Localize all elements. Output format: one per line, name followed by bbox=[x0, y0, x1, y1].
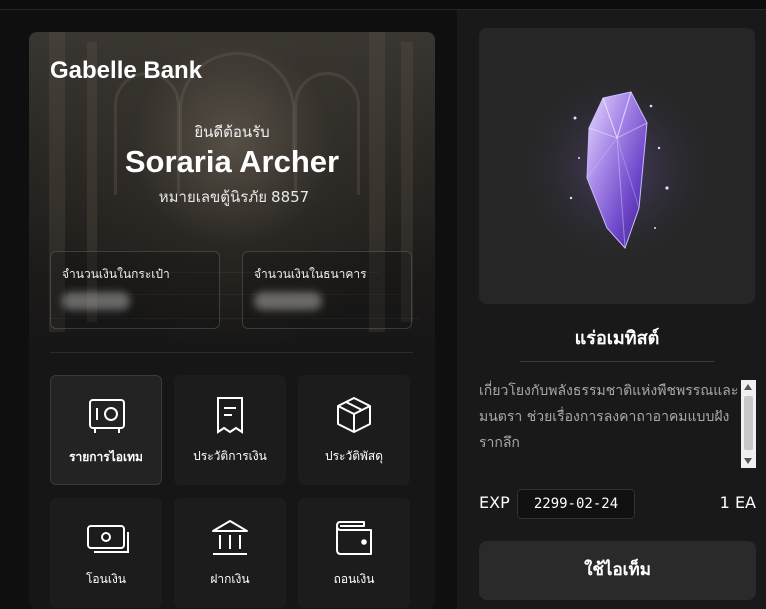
wallet-icon bbox=[334, 518, 374, 558]
menu-transfer-label: โอนเงิน bbox=[85, 572, 127, 586]
menu-transfer-button[interactable]: โอนเงิน bbox=[50, 498, 162, 608]
exp-date: 2299-02-24 bbox=[517, 489, 635, 519]
menu-withdraw-button[interactable]: ถอนเงิน bbox=[298, 498, 410, 608]
scroll-thumb[interactable] bbox=[744, 396, 753, 450]
safe-number-value: 8857 bbox=[271, 188, 310, 206]
receipt-icon bbox=[210, 395, 250, 435]
welcome-text: ยินดีต้อนรับ bbox=[194, 123, 270, 141]
description-scrollbar[interactable] bbox=[741, 380, 756, 468]
menu-item-list-button[interactable]: รายการไอเทม bbox=[50, 375, 162, 485]
item-description: เกี่ยวโยงกับพลังธรรมชาติแห่งพืชพรรณและมน… bbox=[479, 383, 739, 451]
menu-withdraw-label: ถอนเงิน bbox=[333, 572, 375, 586]
scroll-down-arrow-icon[interactable] bbox=[744, 458, 752, 464]
use-item-button[interactable]: ใช้ไอเท็ม bbox=[479, 541, 756, 600]
menu-parcel-history-button[interactable]: ประวัติพัสดุ bbox=[298, 375, 410, 485]
scroll-up-arrow-icon[interactable] bbox=[744, 384, 752, 390]
item-divider bbox=[520, 361, 714, 362]
top-bar bbox=[0, 0, 766, 10]
menu-parcel-history-label: ประวัติพัสดุ bbox=[324, 449, 384, 463]
menu-deposit-label: ฝากเงิน bbox=[210, 572, 250, 586]
section-divider bbox=[50, 352, 413, 353]
safe-number-label: หมายเลขตู้นิรภัย bbox=[158, 188, 268, 206]
amethyst-crystal-icon bbox=[507, 58, 727, 278]
bank-building-icon bbox=[210, 518, 250, 558]
menu-item-list-label: รายการไอเทม bbox=[69, 450, 143, 464]
bank-title: Gabelle Bank bbox=[50, 57, 203, 84]
exp-label: EXP bbox=[479, 493, 510, 512]
menu-finance-history-label: ประวัติการเงิน bbox=[193, 449, 267, 463]
bank-balance-label: จำนวนเงินในธนาคาร bbox=[254, 267, 367, 281]
wallet-balance-hidden-value bbox=[62, 292, 130, 310]
bank-balance-hidden-value bbox=[254, 292, 322, 310]
menu-finance-history-button[interactable]: ประวัติการเงิน bbox=[174, 375, 286, 485]
box-icon bbox=[334, 395, 374, 435]
bank-balance-card: จำนวนเงินในธนาคาร bbox=[242, 251, 412, 329]
wallet-balance-label: จำนวนเงินในกระเป๋า bbox=[62, 267, 170, 281]
safe-icon bbox=[87, 396, 127, 436]
cash-icon bbox=[86, 518, 129, 558]
safe-number: หมายเลขตู้นิรภัย 8857 bbox=[29, 185, 435, 209]
item-name: แร่อเมทิสต์ bbox=[574, 328, 660, 349]
item-image bbox=[479, 28, 755, 304]
user-name: Soraria Archer bbox=[124, 144, 340, 179]
bank-card: Gabelle Bank ยินดีต้อนรับ Soraria Archer… bbox=[29, 32, 435, 609]
wallet-balance-card: จำนวนเงินในกระเป๋า bbox=[50, 251, 220, 329]
menu-deposit-button[interactable]: ฝากเงิน bbox=[174, 498, 286, 608]
item-quantity: 1 EA bbox=[719, 493, 756, 512]
